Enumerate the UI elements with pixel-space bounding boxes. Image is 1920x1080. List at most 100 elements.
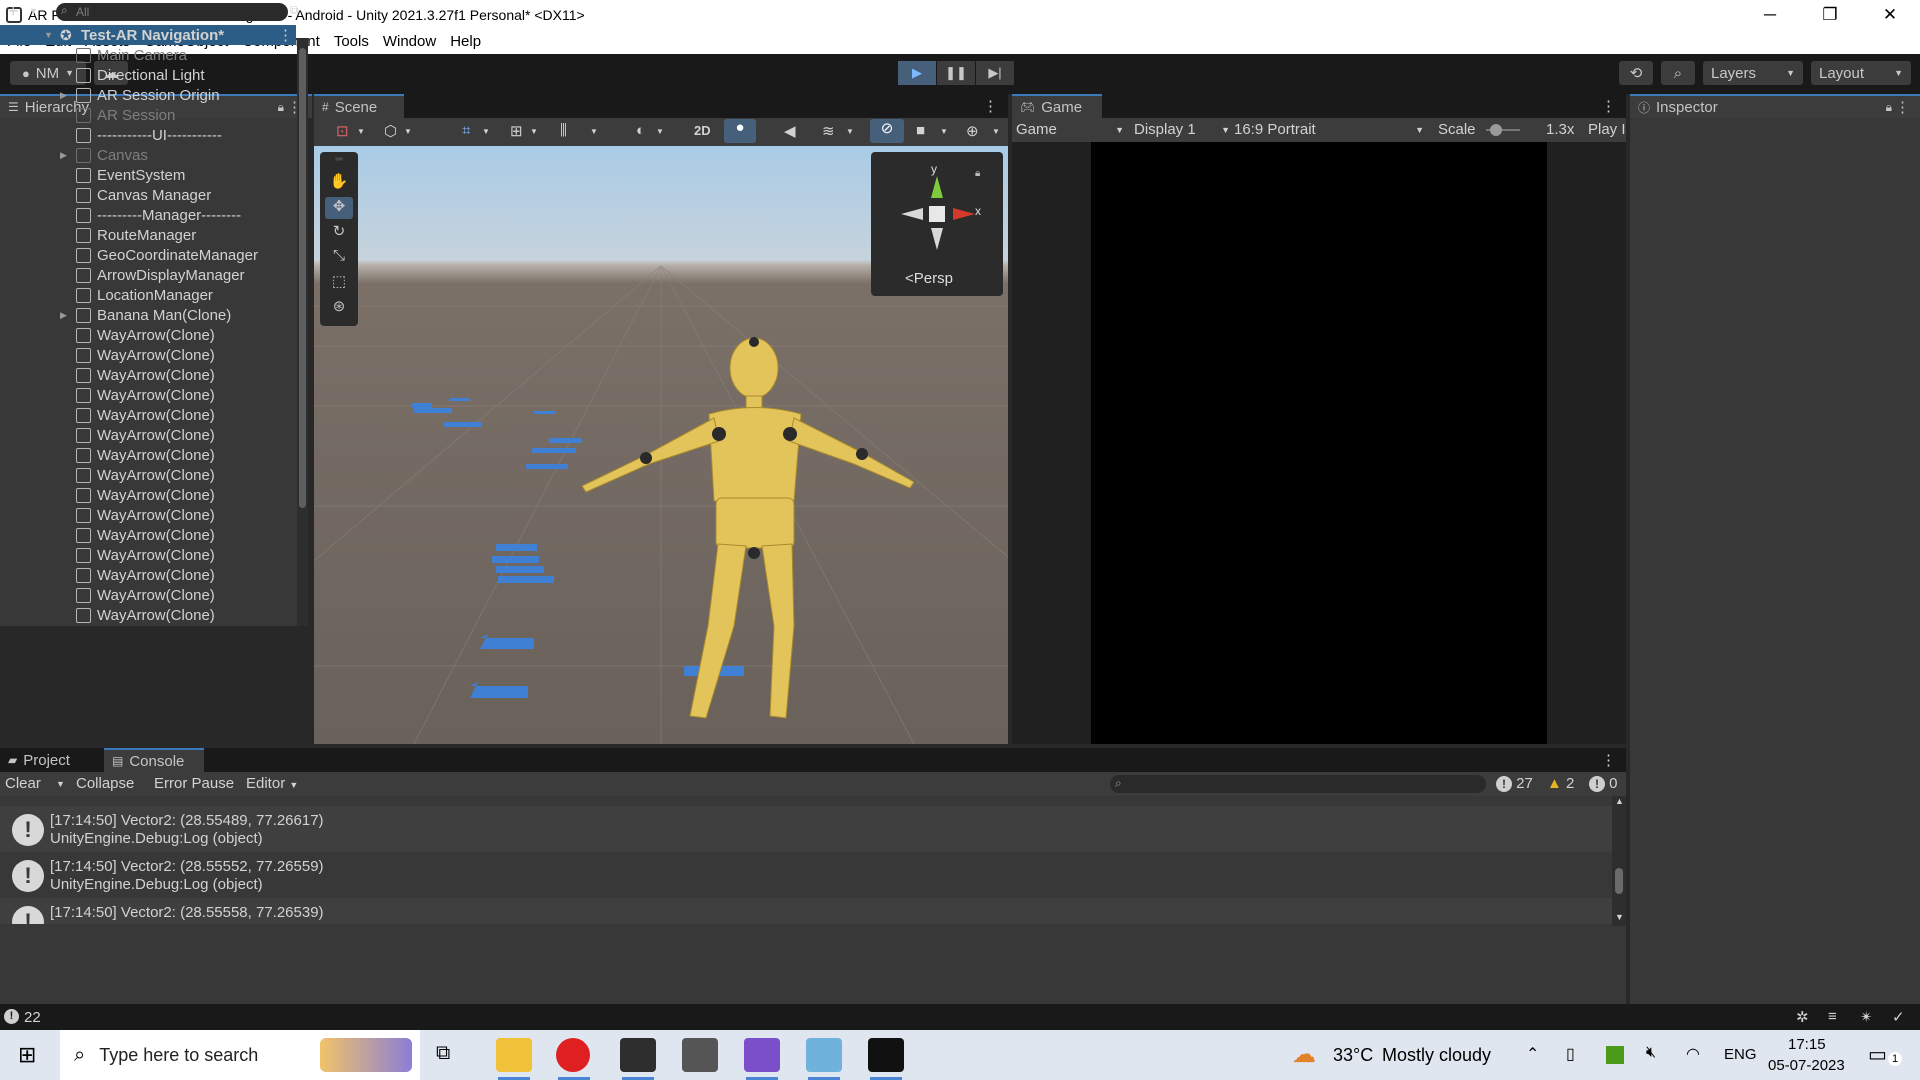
app-icon[interactable]: [806, 1038, 842, 1080]
chevron-down-icon[interactable]: ▼: [992, 127, 1000, 136]
snap-grid-icon[interactable]: ⌗: [462, 122, 470, 139]
hierarchy-item[interactable]: WayArrow(Clone): [0, 385, 300, 405]
chevron-down-icon[interactable]: ▼: [656, 127, 664, 136]
hierarchy-item[interactable]: WayArrow(Clone): [0, 345, 300, 365]
scene-visibility-icon[interactable]: ⊘: [870, 119, 904, 143]
kebab-menu-icon[interactable]: ⋮: [1601, 751, 1616, 769]
speaker-muted-icon[interactable]: 🔇︎: [1646, 1044, 1656, 1062]
clock-date[interactable]: 05-07-2023: [1768, 1057, 1845, 1074]
log-entry[interactable]: ! [17:14:50] Vector2: (28.55558, 77.2653…: [0, 898, 1612, 924]
console-search-input[interactable]: [1110, 775, 1486, 793]
hierarchy-item[interactable]: GeoCoordinateManager: [0, 245, 300, 265]
hierarchy-item[interactable]: WayArrow(Clone): [0, 465, 300, 485]
hand-tool-icon[interactable]: ✋: [325, 172, 353, 194]
language-indicator[interactable]: ENG: [1724, 1046, 1757, 1063]
hierarchy-item[interactable]: -----------UI-----------: [0, 125, 300, 145]
clock-time[interactable]: 17:15: [1788, 1036, 1826, 1053]
transform-tool-icon[interactable]: ⊛: [325, 297, 353, 319]
collapse-toggle[interactable]: Collapse: [76, 775, 134, 792]
hierarchy-item[interactable]: ▶ Banana Man(Clone): [0, 305, 300, 325]
shading-mode-icon[interactable]: ◐: [636, 122, 645, 139]
chevron-down-icon[interactable]: ▼: [56, 779, 65, 789]
tab-inspector[interactable]: ⓘ Inspector 🔒︎ ⋮: [1630, 94, 1920, 118]
unity-hub-icon[interactable]: [620, 1038, 656, 1080]
mode-2d-toggle[interactable]: 2D: [694, 123, 711, 138]
bug-icon[interactable]: ✴: [1860, 1008, 1873, 1026]
kebab-menu-icon[interactable]: ⋮: [278, 26, 293, 44]
hierarchy-item[interactable]: WayArrow(Clone): [0, 605, 300, 625]
expand-arrow-icon[interactable]: ▼: [44, 30, 53, 40]
chevron-down-icon[interactable]: ▼: [530, 127, 538, 136]
taskbar-search-input[interactable]: ⌕ Type here to search: [60, 1030, 420, 1080]
unity-editor-icon[interactable]: [868, 1038, 904, 1080]
expand-arrow-icon[interactable]: ▶: [60, 310, 67, 321]
tab-scene[interactable]: # Scene: [314, 94, 404, 118]
hierarchy-item[interactable]: WayArrow(Clone): [0, 445, 300, 465]
hierarchy-item[interactable]: LocationManager: [0, 285, 300, 305]
chevron-down-icon[interactable]: ▼: [846, 127, 854, 136]
hierarchy-item[interactable]: WayArrow(Clone): [0, 325, 300, 345]
menu-help[interactable]: Help: [443, 33, 488, 50]
hierarchy-item[interactable]: EventSystem: [0, 165, 300, 185]
warning-count-toggle[interactable]: ▲ 2: [1547, 775, 1574, 792]
scene-root[interactable]: ▼ ✪ Test-AR Navigation* ⋮: [0, 25, 296, 45]
minimize-button[interactable]: ─: [1740, 0, 1800, 29]
scale-tool-icon[interactable]: ⤡: [325, 247, 353, 269]
chevron-down-icon[interactable]: ▼: [29, 6, 38, 16]
pause-button[interactable]: ❚❚: [937, 61, 975, 85]
hierarchy-item[interactable]: ▶ Canvas: [0, 145, 300, 165]
hierarchy-item[interactable]: ArrowDisplayManager: [0, 265, 300, 285]
nvidia-icon[interactable]: [1606, 1046, 1624, 1064]
chevron-down-icon[interactable]: ▼: [357, 127, 365, 136]
gizmos-icon[interactable]: ⊕: [966, 122, 979, 140]
hierarchy-item[interactable]: WayArrow(Clone): [0, 585, 300, 605]
hierarchy-item[interactable]: ---------Manager--------: [0, 205, 300, 225]
hierarchy-search-input[interactable]: All: [56, 3, 288, 21]
task-view-icon[interactable]: ⧉: [436, 1042, 450, 1065]
editor-dropdown[interactable]: Editor ▼: [246, 775, 298, 792]
hierarchy-item[interactable]: RouteManager: [0, 225, 300, 245]
scrollbar-thumb[interactable]: [299, 48, 306, 508]
maximize-button[interactable]: ❐: [1800, 0, 1860, 29]
console-scrollbar[interactable]: ▲ ▼: [1612, 796, 1626, 926]
effects-icon[interactable]: ≋: [822, 122, 835, 140]
chevron-down-icon[interactable]: ▼: [404, 127, 412, 136]
display-dropdown[interactable]: Display 1 ▼: [1134, 121, 1230, 138]
clear-button[interactable]: Clear: [5, 775, 41, 792]
move-tool-icon[interactable]: ✥: [325, 197, 353, 219]
step-button[interactable]: ▶|: [976, 61, 1014, 85]
log-entry[interactable]: ! [17:14:50] Vector2: (28.55552, 77.2655…: [0, 852, 1612, 898]
menu-tools[interactable]: Tools: [327, 33, 376, 50]
menu-window[interactable]: Window: [376, 33, 443, 50]
settings-icon[interactable]: [682, 1038, 718, 1072]
chevron-down-icon[interactable]: ▼: [590, 127, 598, 136]
chevron-up-icon[interactable]: ▲: [1615, 796, 1624, 806]
hierarchy-item[interactable]: WayArrow(Clone): [0, 505, 300, 525]
device-icon[interactable]: ▯: [1566, 1044, 1575, 1064]
play-button[interactable]: ▶: [898, 61, 936, 85]
weather-temp[interactable]: 33°C: [1333, 1045, 1373, 1066]
hierarchy-item[interactable]: Canvas Manager: [0, 185, 300, 205]
hierarchy-item[interactable]: ▶ AR Session Origin: [0, 85, 300, 105]
aspect-dropdown[interactable]: 16:9 Portrait ▼: [1234, 121, 1424, 138]
projection-toggle[interactable]: <Persp: [905, 270, 953, 287]
log-count-toggle[interactable]: ! 27: [1496, 775, 1533, 792]
expand-arrow-icon[interactable]: ▶: [60, 150, 67, 161]
draw-mode-icon[interactable]: ⊡: [336, 122, 349, 140]
hierarchy-item[interactable]: WayArrow(Clone): [0, 525, 300, 545]
opera-browser-icon[interactable]: [556, 1038, 590, 1080]
visual-studio-icon[interactable]: [744, 1038, 780, 1080]
lighting-toggle-icon[interactable]: ●: [724, 119, 756, 143]
error-pause-toggle[interactable]: Error Pause: [154, 775, 234, 792]
windows-start-icon[interactable]: ⊞: [18, 1042, 36, 1068]
lock-icon[interactable]: 🔒︎: [1886, 100, 1892, 115]
kebab-menu-icon[interactable]: ⋮: [1895, 98, 1910, 116]
layers-dropdown[interactable]: Layers ▼: [1703, 61, 1803, 85]
file-explorer-icon[interactable]: [496, 1038, 532, 1080]
chevron-up-icon[interactable]: ⌃: [1526, 1044, 1539, 1064]
scene-viewport[interactable]: ═ ✋ ✥ ↻ ⤡ ⬚ ⊛ y x 🔒︎ <Persp: [314, 146, 1008, 744]
scale-slider-thumb[interactable]: [1490, 124, 1502, 136]
scrollbar-thumb[interactable]: [1615, 868, 1623, 894]
expand-arrow-icon[interactable]: ▶: [60, 90, 67, 101]
view-mode-dropdown[interactable]: Game ▼: [1016, 121, 1124, 138]
